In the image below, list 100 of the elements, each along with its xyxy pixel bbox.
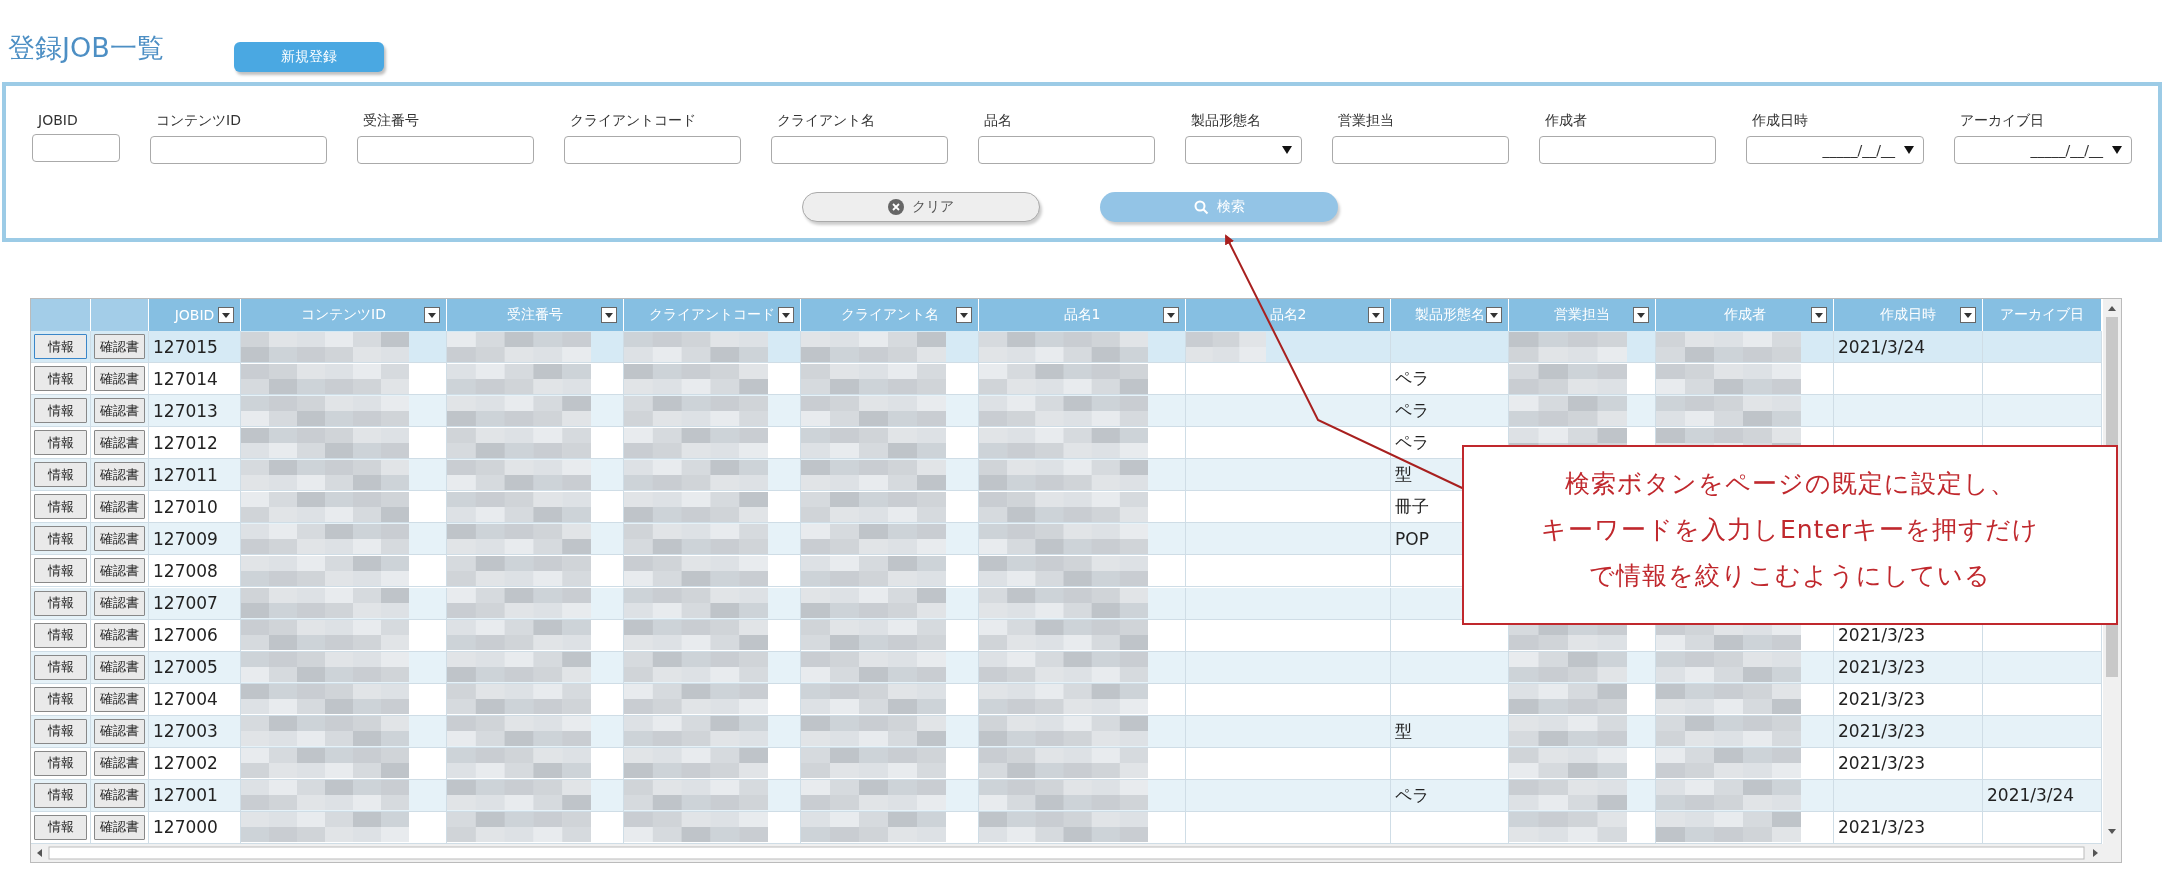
table-cell: 127009: [149, 523, 241, 556]
clear-button[interactable]: クリア: [802, 192, 1040, 222]
input-field[interactable]: [357, 136, 534, 164]
field-label: 営業担当: [1337, 112, 1395, 130]
confirmation-button[interactable]: 確認書: [94, 782, 145, 808]
info-button[interactable]: 情報: [34, 622, 87, 648]
input-field[interactable]: [978, 136, 1155, 164]
field-label: 作成者: [1544, 112, 1588, 130]
input-field[interactable]: [150, 136, 327, 164]
filter-dropdown-icon[interactable]: [1960, 307, 1976, 323]
confirmation-button[interactable]: 確認書: [94, 430, 145, 456]
field-label: 品名: [983, 112, 1013, 130]
table-cell: 127010: [149, 491, 241, 524]
column-title: 品名2: [1269, 306, 1307, 324]
table-cell: 2021/3/23: [1834, 715, 1983, 748]
table-cell: 2021/3/23: [1834, 811, 1983, 844]
filter-dropdown-icon[interactable]: [1368, 307, 1384, 323]
info-button[interactable]: 情報: [34, 750, 87, 776]
table-cell: 127007: [149, 587, 241, 620]
confirmation-button[interactable]: 確認書: [94, 558, 145, 584]
column-title: 品名1: [1063, 306, 1101, 324]
table-cell: 127004: [149, 683, 241, 716]
dropdown-caret-icon: [2111, 145, 2123, 155]
table-cell: 2021/3/24: [1834, 331, 1983, 364]
info-button[interactable]: 情報: [34, 430, 87, 456]
filter-dropdown-icon[interactable]: [601, 307, 617, 323]
input-field[interactable]: [1332, 136, 1509, 164]
table-cell: 127002: [149, 747, 241, 780]
callout-text: 検索ボタンをページの既定に設定し、: [1564, 468, 2016, 500]
info-button[interactable]: 情報: [34, 718, 87, 744]
confirmation-button[interactable]: 確認書: [94, 686, 145, 712]
confirmation-button[interactable]: 確認書: [94, 718, 145, 744]
column-title: 作成者: [1723, 306, 1766, 324]
info-button[interactable]: 情報: [34, 654, 87, 680]
info-button[interactable]: 情報: [34, 526, 87, 552]
confirmation-button[interactable]: 確認書: [94, 334, 145, 360]
field-label: 受注番号: [362, 112, 420, 130]
confirmation-button[interactable]: 確認書: [94, 654, 145, 680]
filter-dropdown-icon[interactable]: [956, 307, 972, 323]
table-cell: 型: [1391, 715, 1509, 748]
date-field[interactable]: _____/__/__: [1746, 136, 1924, 164]
input-field[interactable]: [32, 134, 120, 162]
info-button[interactable]: 情報: [34, 558, 87, 584]
field-label: 製品形態名: [1190, 112, 1262, 130]
input-field[interactable]: [771, 136, 948, 164]
confirmation-button[interactable]: 確認書: [94, 590, 145, 616]
table-cell: 127001: [149, 779, 241, 812]
field-label: アーカイブ日: [1959, 112, 2045, 130]
confirmation-button[interactable]: 確認書: [94, 526, 145, 552]
info-button[interactable]: 情報: [34, 334, 87, 360]
info-button[interactable]: 情報: [34, 590, 87, 616]
info-button[interactable]: 情報: [34, 686, 87, 712]
table-cell: 127012: [149, 427, 241, 460]
table-cell: 127000: [149, 811, 241, 844]
filter-dropdown-icon[interactable]: [1486, 307, 1502, 323]
column-title: 受注番号: [507, 306, 563, 324]
info-button[interactable]: 情報: [34, 366, 87, 392]
field-label: 作成日時: [1751, 112, 1809, 130]
callout-text: で情報を絞りこむようにしている: [1589, 560, 1991, 592]
table-cell: ペラ: [1391, 363, 1509, 396]
column-title: 作成日時: [1880, 306, 1936, 324]
info-button[interactable]: 情報: [34, 494, 87, 520]
dropdown-caret-icon: [1903, 145, 1915, 155]
dropdown-caret-icon: [1281, 145, 1293, 155]
filter-dropdown-icon[interactable]: [778, 307, 794, 323]
info-button[interactable]: 情報: [34, 462, 87, 488]
date-field[interactable]: _____/__/__: [1954, 136, 2132, 164]
info-button[interactable]: 情報: [34, 398, 87, 424]
table-cell: 127013: [149, 395, 241, 428]
confirmation-button[interactable]: 確認書: [94, 398, 145, 424]
table-cell: 2021/3/23: [1834, 747, 1983, 780]
table-cell: 127005: [149, 651, 241, 684]
column-title: クライアントコード: [649, 306, 775, 324]
confirmation-button[interactable]: 確認書: [94, 494, 145, 520]
table-cell: 127008: [149, 555, 241, 588]
filter-dropdown-icon[interactable]: [1811, 307, 1827, 323]
confirmation-button[interactable]: 確認書: [94, 814, 145, 840]
horizontal-scrollbar[interactable]: [31, 844, 2121, 862]
table-cell: 127003: [149, 715, 241, 748]
column-title: クライアント名: [840, 306, 939, 324]
table-cell: 127014: [149, 363, 241, 396]
filter-dropdown-icon[interactable]: [218, 307, 234, 323]
filter-dropdown-icon[interactable]: [424, 307, 440, 323]
info-button[interactable]: 情報: [34, 782, 87, 808]
field-label: クライアント名: [776, 112, 876, 130]
field-label: JOBID: [36, 112, 79, 128]
info-button[interactable]: 情報: [34, 814, 87, 840]
callout-text: キーワードを入力しEnterキーを押すだけ: [1540, 514, 2040, 546]
confirmation-button[interactable]: 確認書: [94, 750, 145, 776]
confirmation-button[interactable]: 確認書: [94, 366, 145, 392]
column-title: アーカイブ日: [2000, 306, 2084, 324]
filter-dropdown-icon[interactable]: [1163, 307, 1179, 323]
confirmation-button[interactable]: 確認書: [94, 622, 145, 648]
search-icon: [1193, 199, 1209, 215]
input-field[interactable]: [1539, 136, 1716, 164]
table-cell: 127011: [149, 459, 241, 492]
select-field[interactable]: [1185, 136, 1302, 164]
input-field[interactable]: [564, 136, 741, 164]
filter-dropdown-icon[interactable]: [1633, 307, 1649, 323]
confirmation-button[interactable]: 確認書: [94, 462, 145, 488]
